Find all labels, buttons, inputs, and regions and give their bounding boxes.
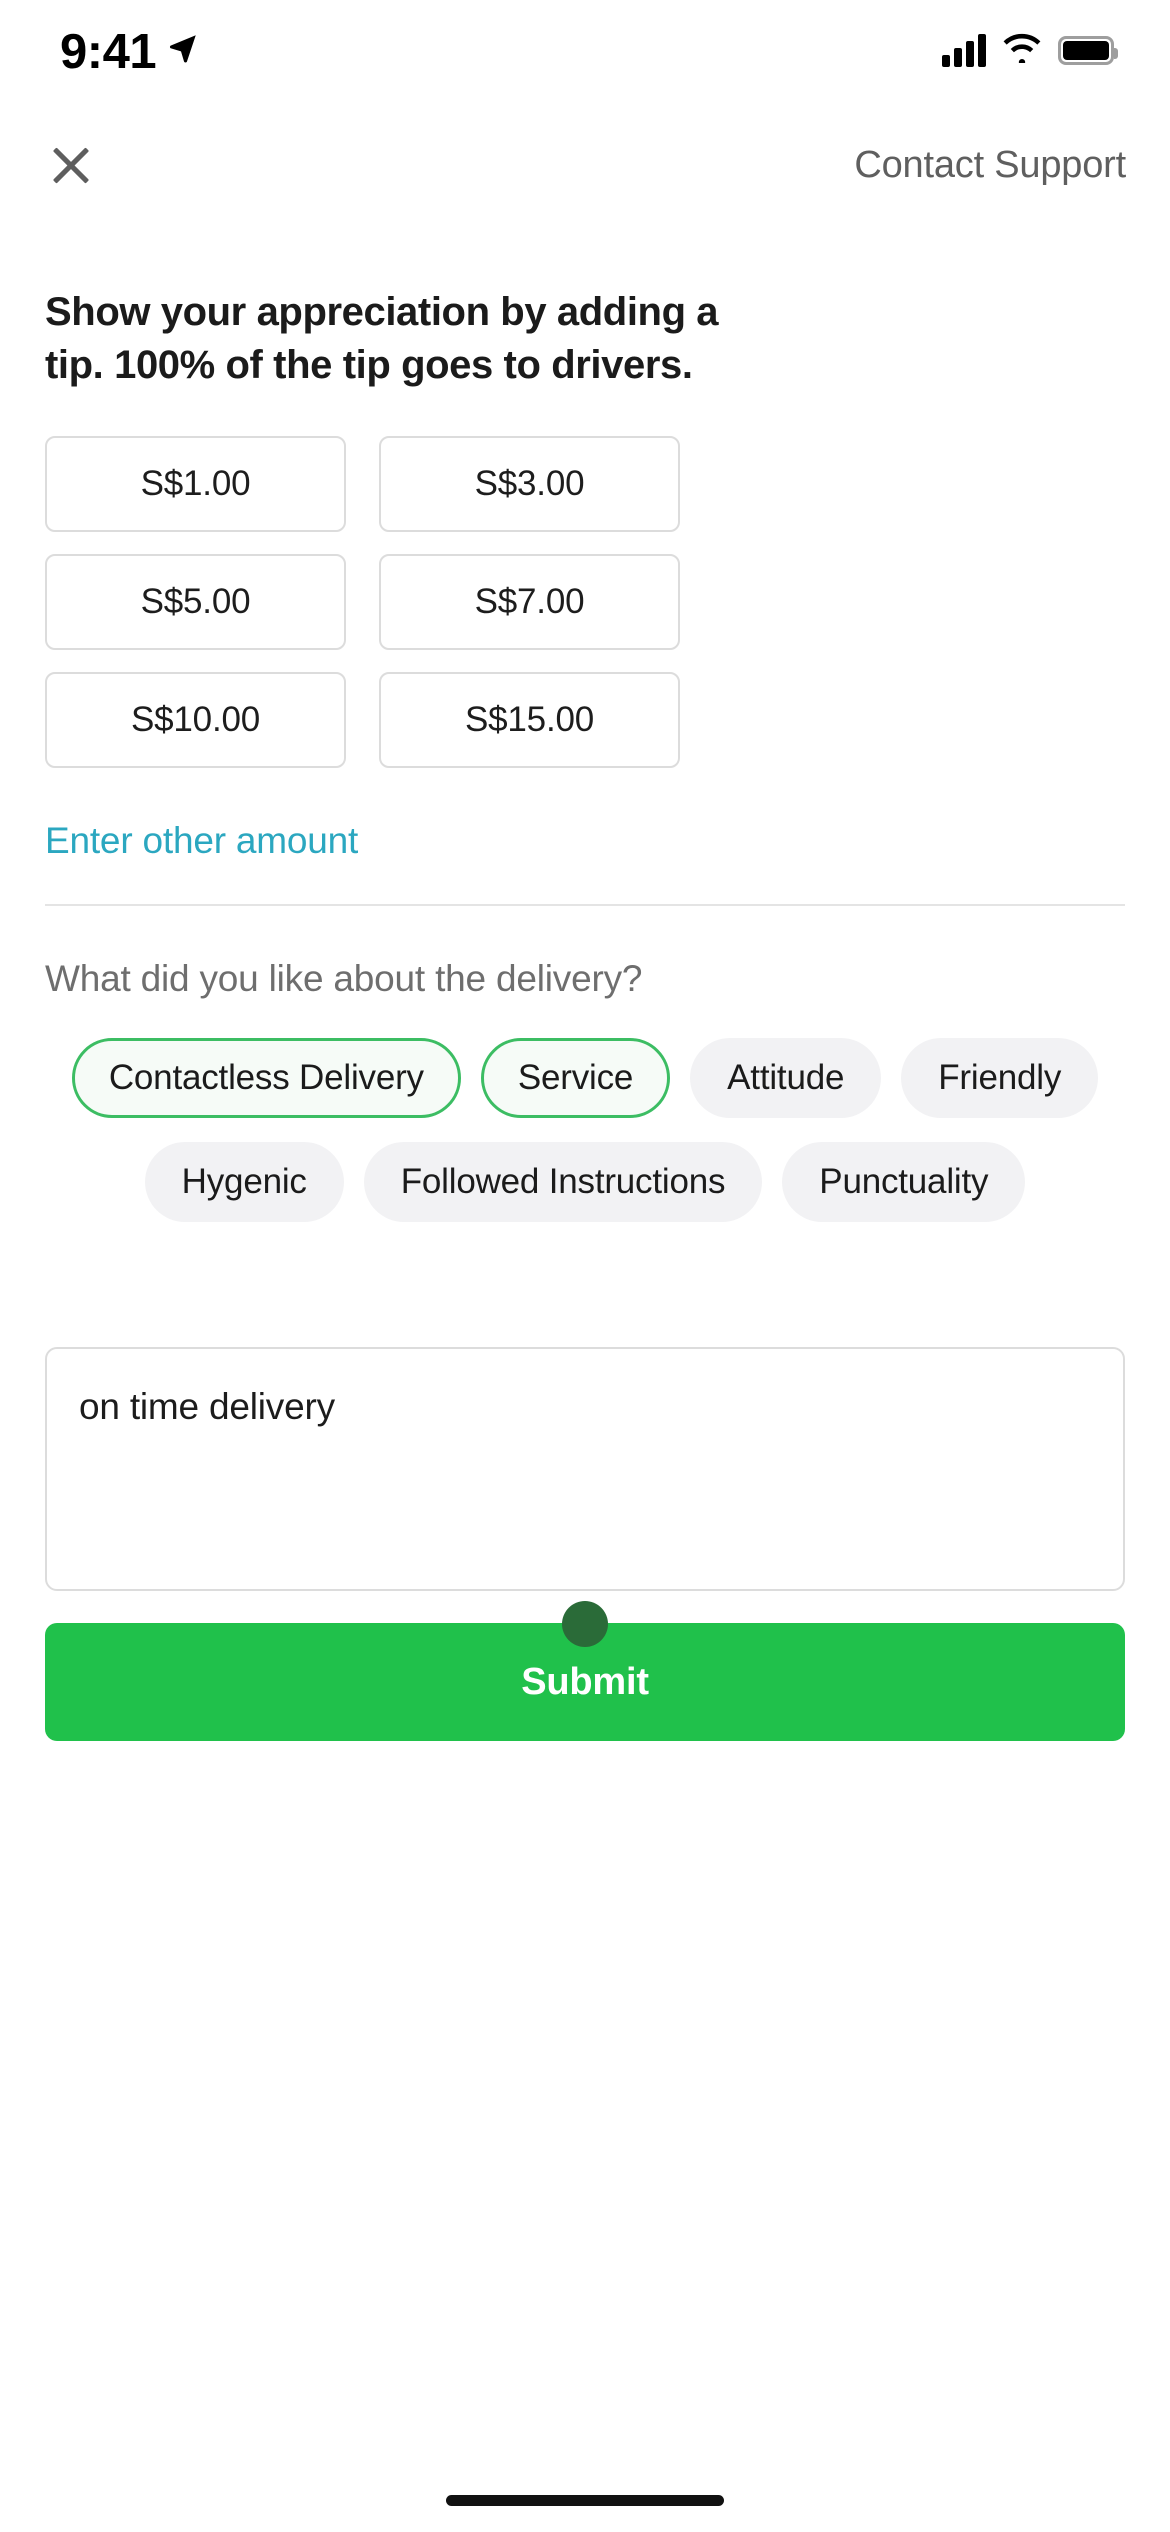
tip-option-6[interactable]: S$15.00 xyxy=(379,672,680,769)
tip-option-1[interactable]: S$1.00 xyxy=(45,436,346,533)
location-arrow-icon xyxy=(166,31,200,70)
home-indicator xyxy=(446,2495,724,2506)
cellular-signal-icon xyxy=(942,33,986,67)
chip-followed-instructions[interactable]: Followed Instructions xyxy=(363,1142,763,1223)
wifi-icon xyxy=(1002,33,1042,68)
tip-amount-grid: S$1.00 S$3.00 S$5.00 S$7.00 S$10.00 S$15… xyxy=(45,436,1125,769)
status-bar-time: 9:41 xyxy=(60,24,157,79)
feedback-chip-group: Contactless Delivery Service Attitude Fr… xyxy=(0,1038,1170,1223)
feedback-section: What did you like about the delivery? xyxy=(0,906,1170,1000)
battery-full-icon xyxy=(1058,35,1118,65)
comment-section: on time delivery Submit xyxy=(0,1347,1170,1742)
tip-option-3[interactable]: S$5.00 xyxy=(45,554,346,651)
submit-button[interactable]: Submit xyxy=(45,1623,1125,1742)
feedback-question: What did you like about the delivery? xyxy=(45,958,643,1000)
tip-section: Show your appreciation by adding a tip. … xyxy=(0,230,1170,862)
submit-section: Submit xyxy=(45,1601,1125,1742)
status-bar-left: 9:41 xyxy=(60,24,200,77)
modal-header: Contact Support xyxy=(0,100,1170,230)
main-content: Show your appreciation by adding a tip. … xyxy=(0,230,1170,1742)
tip-heading: Show your appreciation by adding a tip. … xyxy=(45,290,719,388)
comment-input-value: on time delivery xyxy=(79,1386,335,1428)
chip-friendly[interactable]: Friendly xyxy=(901,1038,1099,1119)
comment-input[interactable]: on time delivery xyxy=(45,1347,1125,1592)
tip-option-2[interactable]: S$3.00 xyxy=(379,436,680,533)
contact-support-link[interactable]: Contact Support xyxy=(854,146,1126,184)
chip-service[interactable]: Service xyxy=(480,1038,671,1119)
close-icon[interactable] xyxy=(45,139,97,191)
chip-hygenic[interactable]: Hygenic xyxy=(144,1142,344,1223)
status-bar-right xyxy=(942,33,1118,68)
submit-button-label: Submit xyxy=(521,1660,649,1703)
tip-option-5[interactable]: S$10.00 xyxy=(45,672,346,769)
chip-punctuality[interactable]: Punctuality xyxy=(782,1142,1026,1223)
status-bar: 9:41 xyxy=(0,0,1170,100)
tip-option-4[interactable]: S$7.00 xyxy=(379,554,680,651)
chip-contactless-delivery[interactable]: Contactless Delivery xyxy=(71,1038,461,1119)
enter-other-amount-link[interactable]: Enter other amount xyxy=(45,820,358,862)
chip-attitude[interactable]: Attitude xyxy=(690,1038,882,1119)
